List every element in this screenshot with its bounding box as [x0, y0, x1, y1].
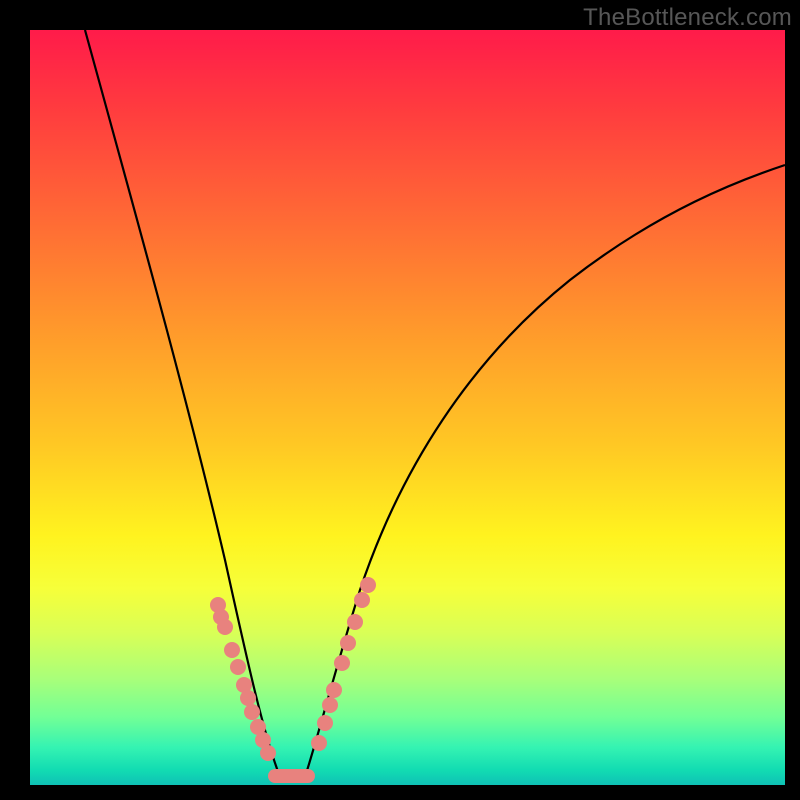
curve-left-branch [85, 30, 280, 777]
marker-dot [317, 715, 333, 731]
marker-dot [334, 655, 350, 671]
marker-dot [340, 635, 356, 651]
marker-dot [217, 619, 233, 635]
marker-dot [326, 682, 342, 698]
marker-dot [322, 697, 338, 713]
marker-dot [354, 592, 370, 608]
marker-dot [260, 745, 276, 761]
marker-dot [360, 577, 376, 593]
chart-frame [30, 30, 785, 785]
marker-dot [311, 735, 327, 751]
marker-dot [224, 642, 240, 658]
marker-dot [244, 704, 260, 720]
chart-svg [30, 30, 785, 785]
marker-group-left [210, 597, 276, 761]
watermark-text: TheBottleneck.com [583, 4, 792, 32]
marker-group-right [311, 577, 376, 751]
marker-dot [230, 659, 246, 675]
curve-right-branch [305, 165, 785, 777]
marker-dot [347, 614, 363, 630]
marker-dot [240, 690, 256, 706]
